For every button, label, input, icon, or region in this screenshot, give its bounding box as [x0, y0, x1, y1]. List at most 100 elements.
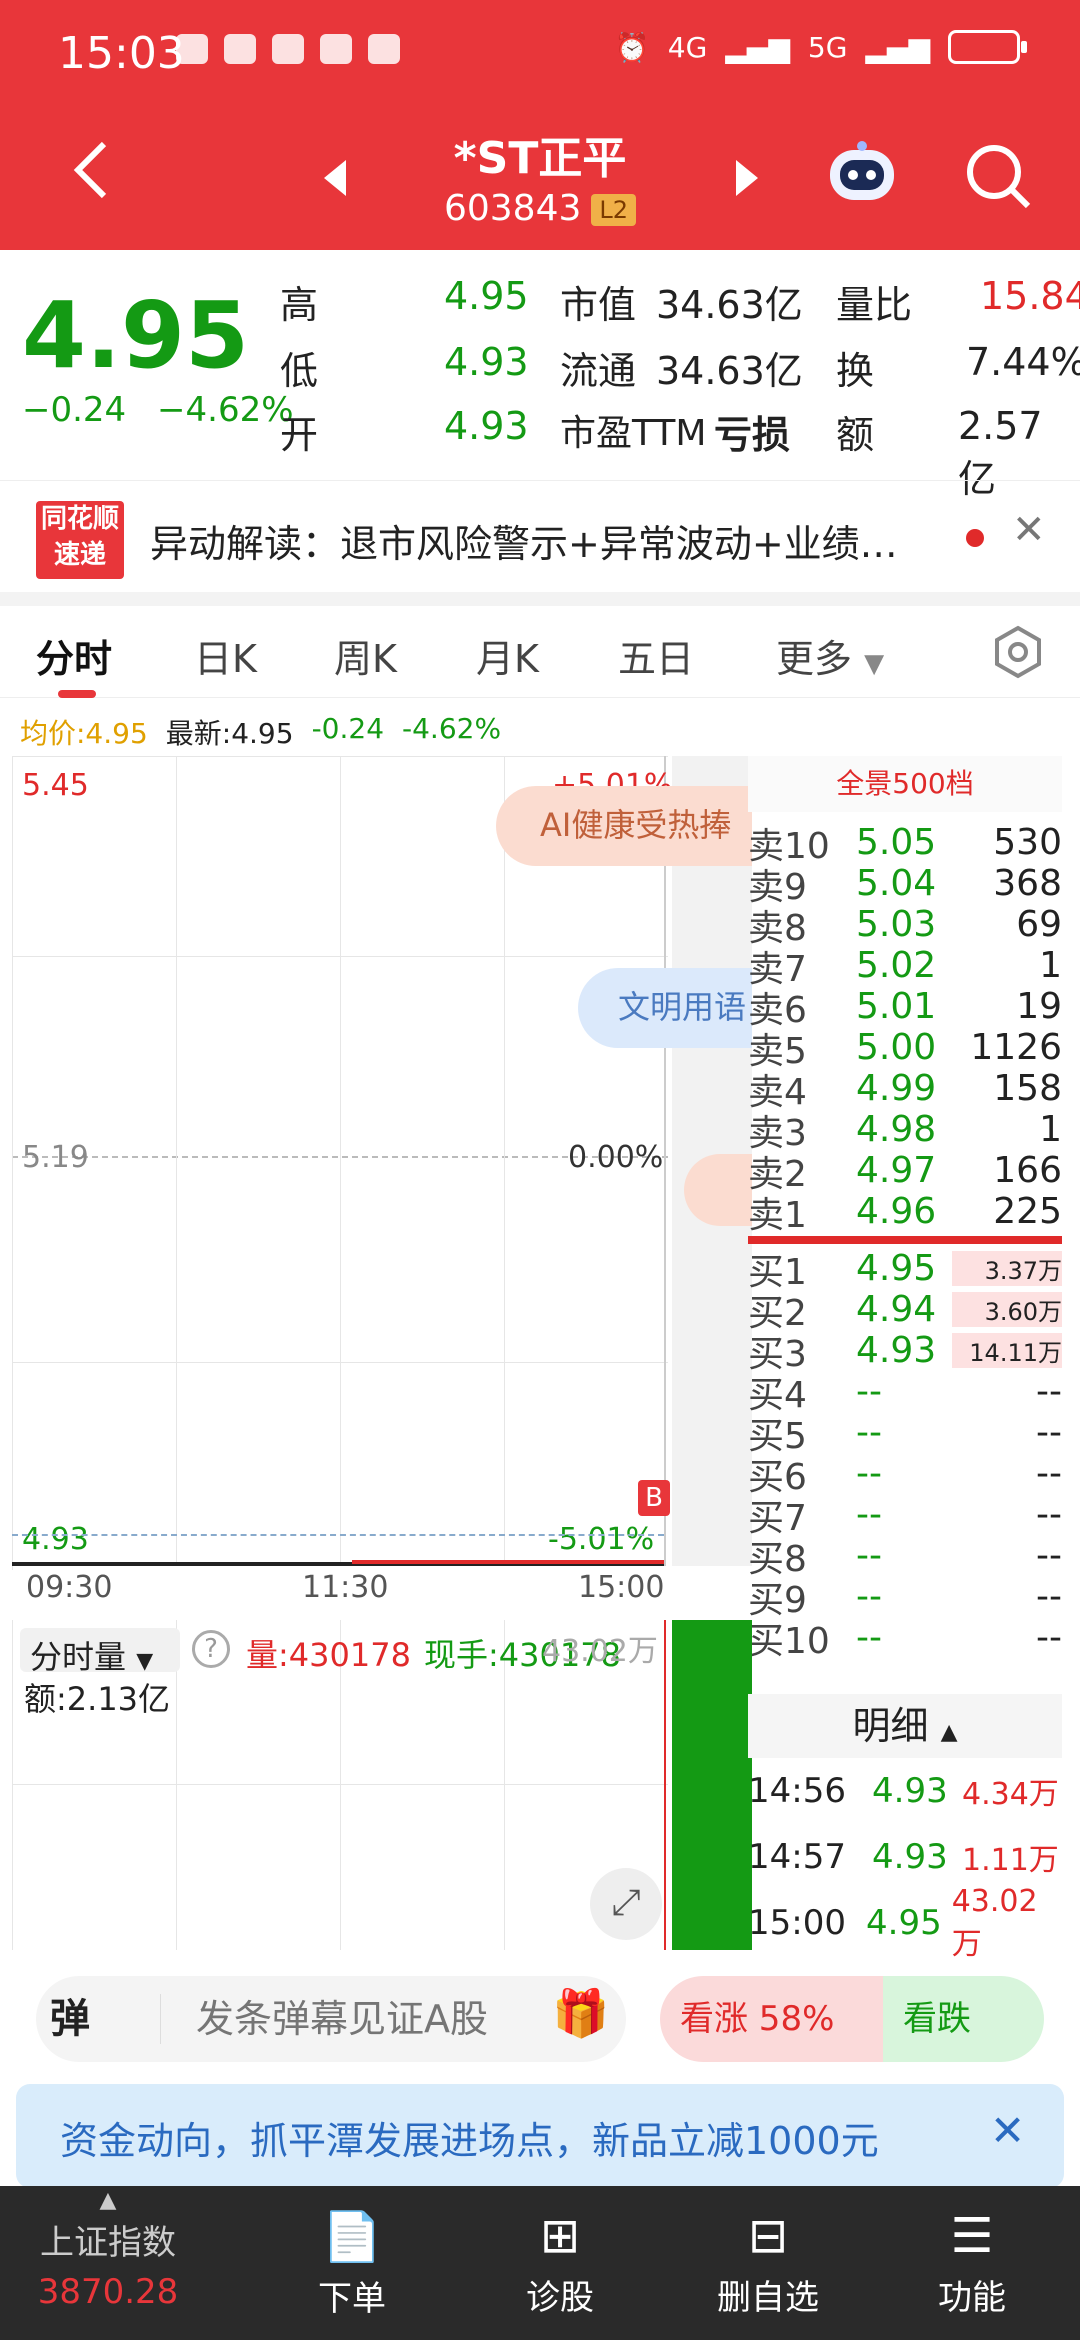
pe-label: 市盈TTM: [560, 413, 707, 454]
grid-line: [664, 756, 666, 1566]
divider: [160, 1994, 161, 2044]
nav-diagnose[interactable]: ⊞ 诊股: [452, 2186, 668, 2340]
vote-up-button[interactable]: 看涨 58%: [660, 1976, 883, 2062]
volratio-value: 15.84: [980, 274, 1080, 318]
level-volume: --: [1036, 1453, 1062, 1494]
buy-level-row[interactable]: 买10 -- --: [748, 1617, 1062, 1662]
l2-badge: L2: [591, 194, 637, 226]
nav-functions-label: 功能: [938, 2278, 1006, 2318]
close-icon[interactable]: ✕: [1012, 507, 1046, 553]
event-tag[interactable]: [684, 1154, 752, 1226]
tab-active-indicator: [58, 690, 96, 698]
level-price: 5.01: [856, 986, 937, 1027]
vote-down-button[interactable]: 看跌 42%: [883, 1976, 1044, 2125]
event-tag[interactable]: AI健康受热捧: [496, 786, 752, 866]
level-price: --: [856, 1576, 882, 1617]
menu-circle-icon: ☰: [950, 2208, 994, 2264]
bottom-nav: ▲ 上证指数 3870.28 📄 下单 ⊞ 诊股 ⊟ 删自选 ☰ 功能: [0, 2186, 1080, 2340]
grid-line: [504, 756, 505, 1566]
price-change: −0.24 −4.62%: [22, 390, 294, 430]
turnover-value: 7.44%: [966, 340, 1080, 384]
y-mid-label: 5.19: [22, 1140, 89, 1175]
pe-value: 亏损: [714, 413, 791, 457]
level-price: --: [856, 1371, 882, 1412]
gift-icon[interactable]: 🎁: [552, 1986, 609, 2041]
level-price: 4.98: [856, 1109, 937, 1150]
level-volume: 1: [1039, 945, 1062, 986]
level-price: 5.00: [856, 1027, 937, 1068]
sell-level-row[interactable]: 卖1 4.96 225: [748, 1191, 1062, 1236]
level-price: --: [856, 1535, 882, 1576]
detail-volume: 4.34万: [962, 1777, 1059, 1812]
event-tag-text: 文明用语: [618, 988, 747, 1026]
next-stock-icon[interactable]: [732, 158, 762, 202]
robot-assistant-icon[interactable]: [826, 140, 898, 210]
pct-mid-label: 0.00%: [568, 1140, 664, 1175]
chart-info: 均价:4.95 最新:4.95 -0.24 -4.62%: [20, 712, 501, 752]
y-top-label: 5.45: [22, 768, 89, 803]
tab-intraday[interactable]: 分时: [36, 628, 112, 683]
close-icon[interactable]: ✕: [990, 2106, 1025, 2155]
level-price: 4.94: [856, 1289, 937, 1330]
level-label: 买10: [748, 1620, 830, 1662]
order-book-title[interactable]: 全景500档: [748, 756, 1062, 812]
detail-header[interactable]: 明细 ▲: [748, 1694, 1062, 1758]
level-price: --: [856, 1617, 882, 1658]
signal-icon: ▂▄▆: [725, 30, 790, 64]
order-book: 全景500档 卖10 5.05 530 卖9 5.04 368 卖8 5.03 69 卖7 5.02…: [748, 756, 1062, 1662]
level-volume: 3.60万: [952, 1292, 1062, 1327]
nav-functions[interactable]: ☰ 功能: [864, 2186, 1080, 2340]
level-volume: 225: [993, 1191, 1062, 1232]
alarm-icon: ⏰: [614, 30, 650, 64]
level-price: --: [856, 1412, 882, 1453]
danmu-input[interactable]: [196, 1992, 536, 2046]
open-label: 开: [280, 413, 319, 457]
index-ticker[interactable]: ▲ 上证指数 3870.28: [0, 2186, 216, 2340]
help-icon[interactable]: ?: [192, 1630, 230, 1668]
expand-icon[interactable]: ⤢: [590, 1868, 662, 1940]
avg-price: 均价:4.95: [20, 717, 148, 750]
danmu-bar[interactable]: 弹 🎁: [36, 1976, 626, 2062]
amount-value: 额:2.13亿: [24, 1680, 171, 1718]
ad-banner[interactable]: 资金动向，抓平潭发展进场点，新品立减1000元 ✕: [16, 2084, 1064, 2188]
nav-remove-watchlist[interactable]: ⊟ 删自选: [660, 2186, 876, 2340]
buy-levels: 买1 4.95 3.37万 买2 4.94 3.60万 买3 4.93 14.11万 买4 -- --…: [748, 1248, 1062, 1662]
vote-bar: 看涨 58% 看跌 42%: [660, 1976, 1044, 2125]
detail-price: 4.93: [872, 1837, 948, 1877]
news-banner[interactable]: 同花顺 速递 异动解读：退市风险警示+异常波动+业绩… ✕: [0, 480, 1080, 592]
volume-selector[interactable]: 分时量 ▼: [20, 1628, 180, 1676]
signal-icon: ▂▄▆: [865, 30, 930, 64]
news-logo-line2: 速递: [53, 540, 106, 570]
chevron-down-icon: ▼: [864, 649, 885, 679]
level-volume: 530: [993, 822, 1062, 863]
tab-five-day[interactable]: 五日: [618, 628, 694, 683]
level-price: 4.95: [856, 1248, 937, 1289]
sell-levels: 卖10 5.05 530 卖9 5.04 368 卖8 5.03 69 卖7 5.02 1 卖6 5.01…: [748, 812, 1062, 1236]
level-price: 4.96: [856, 1191, 937, 1232]
detail-volume: 1.11万: [962, 1843, 1059, 1878]
x-end-label: 15:00: [578, 1570, 665, 1605]
buy-marker[interactable]: B: [638, 1480, 670, 1516]
volume-chart[interactable]: 分时量 ▼ ? 量:430178 现手:430178 43.02万 额:2.13…: [12, 1620, 752, 1950]
nav-order[interactable]: 📄 下单: [244, 2186, 460, 2340]
high-value: 4.95: [444, 274, 529, 318]
detail-title: 明细: [852, 1704, 929, 1748]
settings-icon[interactable]: [990, 624, 1046, 684]
intraday-chart[interactable]: 5.45 5.19 4.93 +5.01% 0.00% -5.01% AI健康受…: [12, 756, 752, 1605]
event-tag[interactable]: 文明用语: [578, 968, 752, 1048]
tab-weekly-k[interactable]: 周K: [334, 628, 397, 683]
stock-title: *ST正平: [453, 133, 627, 184]
volratio-label: 量比: [836, 283, 913, 327]
level-price: 5.03: [856, 904, 937, 945]
tab-daily-k[interactable]: 日K: [194, 628, 257, 683]
y-bottom-label: 4.93: [22, 1522, 89, 1557]
unread-dot-icon: [966, 529, 984, 547]
level-price: 4.97: [856, 1150, 937, 1191]
search-icon[interactable]: [964, 142, 1034, 216]
tab-more[interactable]: 更多 ▼: [776, 628, 884, 683]
level-volume: --: [1036, 1412, 1062, 1453]
app-notification-icon: [176, 34, 208, 64]
detail-price: 4.95: [866, 1903, 942, 1943]
level-price: 4.99: [856, 1068, 937, 1109]
tab-monthly-k[interactable]: 月K: [476, 628, 539, 683]
